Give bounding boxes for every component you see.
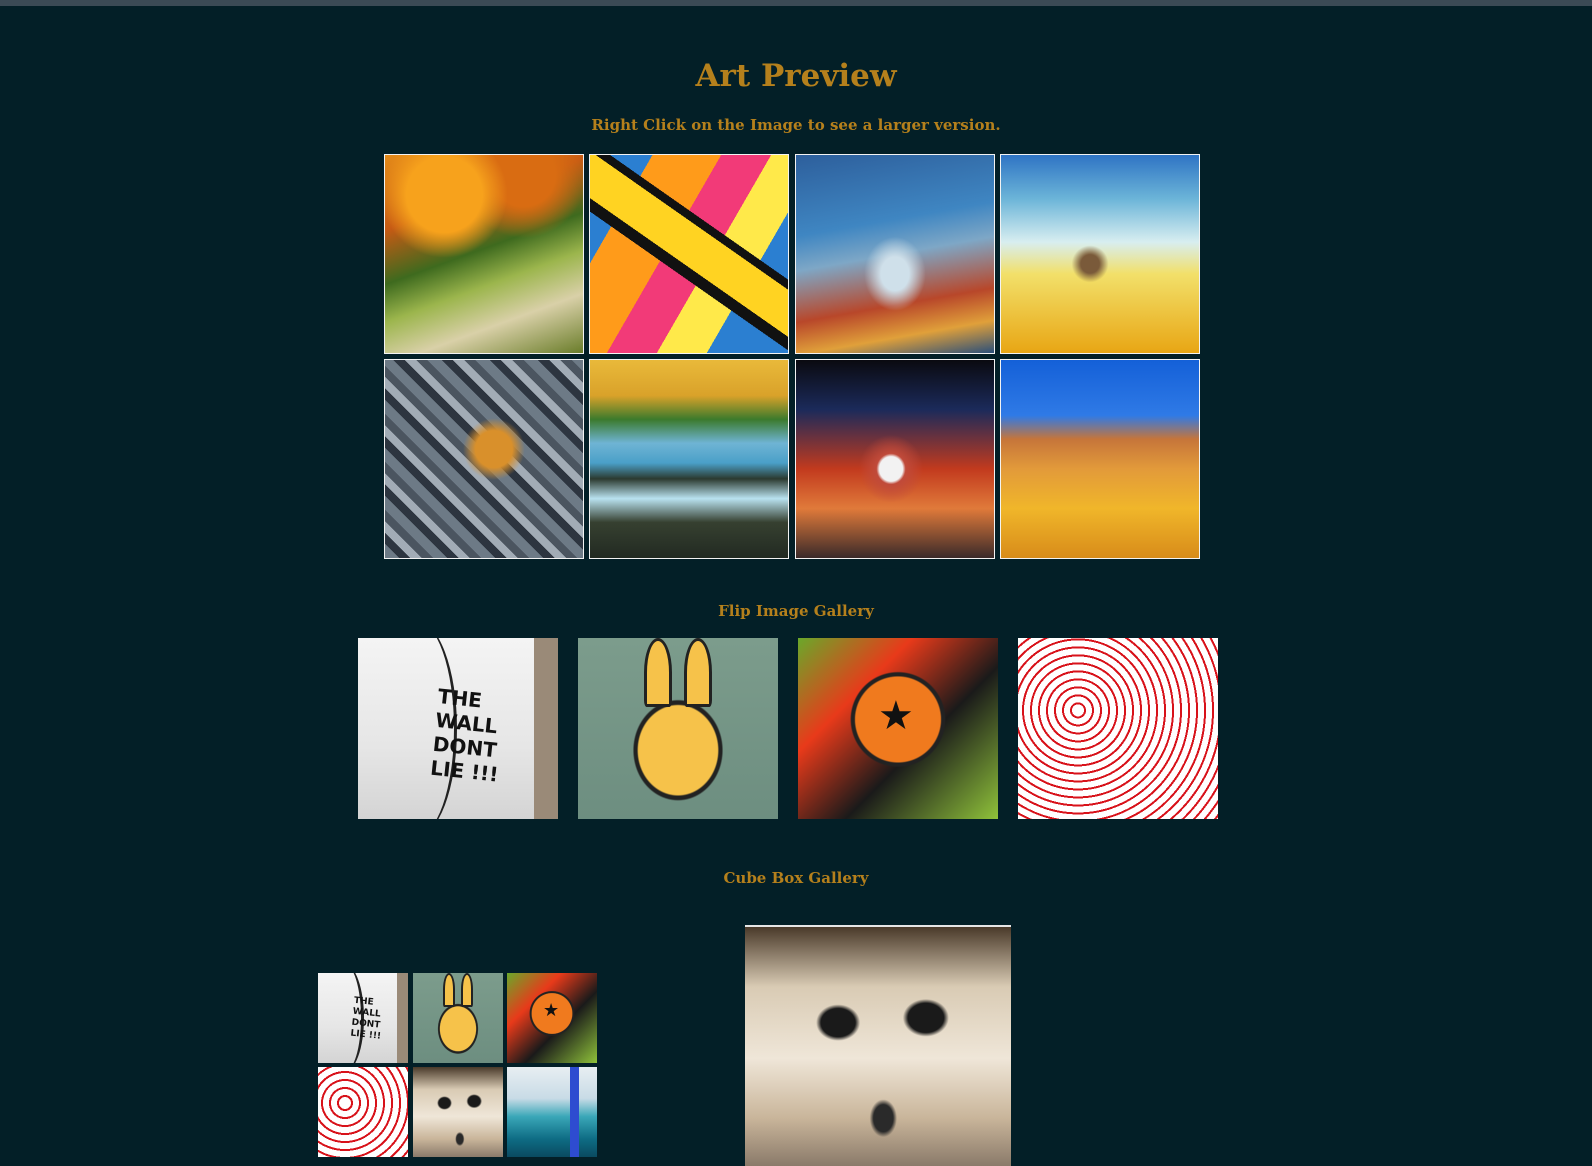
preview-image-waterfall[interactable] bbox=[589, 359, 789, 559]
bunny-ear-right bbox=[684, 638, 712, 707]
preview-image-glass-droplet[interactable] bbox=[795, 359, 995, 559]
page-subtitle: Right Click on the Image to see a larger… bbox=[591, 116, 1001, 134]
cube-box-main-image[interactable] bbox=[745, 925, 1011, 1166]
preview-image-graffiti[interactable] bbox=[589, 154, 789, 354]
preview-image-autumn-path[interactable] bbox=[384, 154, 584, 354]
cube-thumb-red-lines[interactable] bbox=[318, 1067, 408, 1157]
cube-thumb-face[interactable] bbox=[413, 1067, 503, 1157]
page-title: Art Preview bbox=[695, 58, 897, 94]
cube-thumb-sea[interactable] bbox=[507, 1067, 597, 1157]
flip-gallery-title: Flip Image Gallery bbox=[718, 602, 874, 620]
cube-thumb-bunny[interactable] bbox=[413, 973, 503, 1063]
flip-image-wall[interactable]: THE WALL DONT LIE !!! bbox=[358, 638, 558, 819]
flip-image-bunny[interactable] bbox=[578, 638, 778, 819]
preview-image-house[interactable] bbox=[1000, 359, 1200, 559]
browser-top-strip bbox=[0, 0, 1592, 6]
bunny-ear-left bbox=[644, 638, 672, 707]
wall-graffiti-text: THE WALL DONT LIE !!! bbox=[350, 995, 382, 1042]
bunny-ear-right bbox=[460, 973, 474, 1008]
preview-image-metal-one[interactable] bbox=[384, 359, 584, 559]
flip-image-red-lines[interactable] bbox=[1018, 638, 1218, 819]
flip-image-orange-graffiti[interactable]: ★ bbox=[798, 638, 998, 819]
cube-gallery-title: Cube Box Gallery bbox=[723, 869, 869, 887]
preview-image-beach[interactable] bbox=[1000, 154, 1200, 354]
cube-thumb-wall[interactable]: THE WALL DONT LIE !!! bbox=[318, 973, 408, 1063]
star-icon: ★ bbox=[543, 999, 560, 1021]
star-icon: ★ bbox=[878, 692, 914, 739]
cube-thumb-orange-graffiti[interactable]: ★ bbox=[507, 973, 597, 1063]
preview-image-water-splash[interactable] bbox=[795, 154, 995, 354]
bunny-ear-left bbox=[442, 973, 456, 1008]
wall-graffiti-text: THE WALL DONT LIE !!! bbox=[429, 683, 500, 787]
